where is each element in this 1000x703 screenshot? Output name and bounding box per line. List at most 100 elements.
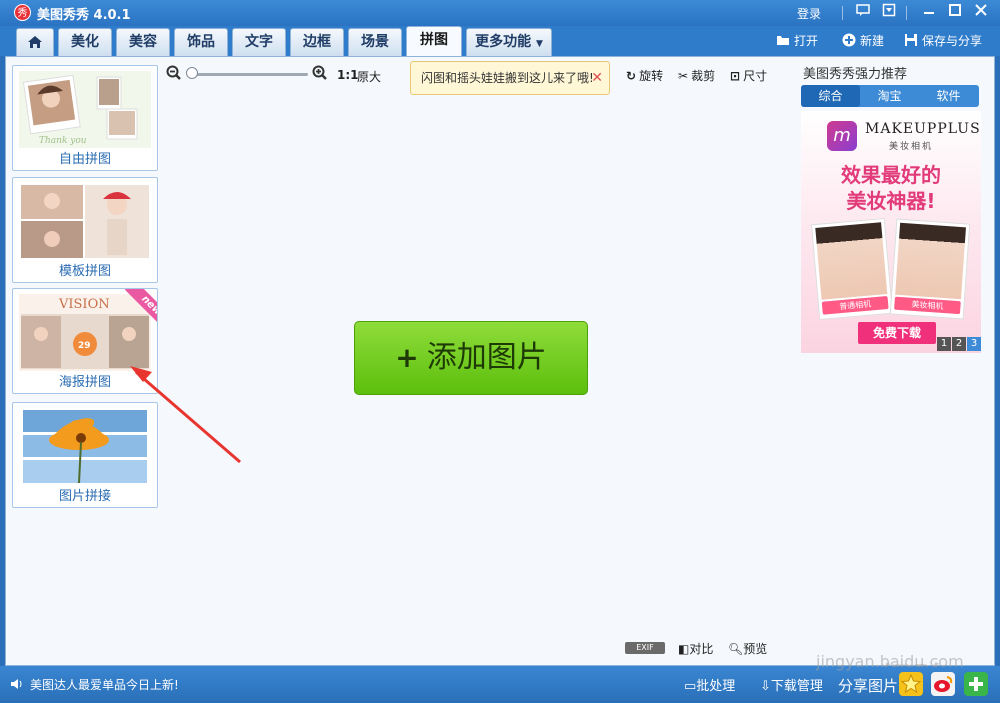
plus-icon: +: [395, 341, 419, 374]
tab-more-label: 更多功能: [475, 34, 532, 50]
new-label: 新建: [860, 34, 885, 48]
add-more-icon[interactable]: [964, 672, 988, 696]
open-button[interactable]: 打开: [776, 32, 818, 49]
new-badge: new: [117, 289, 157, 329]
resize-button[interactable]: ⊡ 尺寸: [730, 67, 767, 84]
login-link[interactable]: 登录: [797, 5, 821, 22]
crop-button[interactable]: ✂ 裁剪: [678, 67, 715, 84]
preview-button[interactable]: 🔍︎预览: [728, 640, 767, 657]
watermark-url: jingyan.baidu.com: [816, 652, 964, 671]
svg-text:29: 29: [78, 341, 91, 351]
svg-text:Thank you: Thank you: [39, 136, 87, 146]
speaker-icon: [11, 679, 22, 689]
sidebar-item-poster-collage[interactable]: VISION 29 new 海报拼图: [12, 288, 158, 394]
image-stitch-thumbnail: [19, 408, 151, 485]
zoom-in-icon[interactable]: [312, 65, 328, 81]
star-icon[interactable]: [899, 672, 923, 696]
menu-icon[interactable]: [880, 3, 898, 21]
tab-beautify[interactable]: 美化: [58, 28, 112, 56]
tab-accessories[interactable]: 饰品: [174, 28, 228, 56]
tab-text[interactable]: 文字: [232, 28, 286, 56]
compare-button[interactable]: ◧对比: [678, 640, 713, 657]
download-manager-button[interactable]: ⇩下载管理: [760, 675, 823, 694]
app-title: 美图秀秀 4.0.1: [37, 8, 131, 23]
original-size-button[interactable]: 原大: [357, 68, 381, 85]
minimize-icon[interactable]: [920, 3, 938, 21]
resize-label: 尺寸: [743, 69, 768, 83]
poster-collage-label: 海报拼图: [58, 375, 111, 390]
preview-label: 预览: [743, 642, 768, 656]
ad-banner[interactable]: m MAKEUPPLUS 美妆相机 效果最好的 美妆神器! 普通相机 美妆相机 …: [801, 111, 981, 353]
title-bar: 秀 美图秀秀 4.0.1 登录: [0, 0, 1000, 26]
recommend-tab-taobao[interactable]: 淘宝: [860, 85, 919, 107]
batch-icon: ▭: [684, 679, 697, 694]
recommend-tab-software[interactable]: 软件: [919, 85, 978, 107]
ad-brand: MAKEUPPLUS: [865, 121, 981, 137]
ad-headline-2: 美妆神器!: [846, 189, 936, 213]
compare-label: 对比: [689, 642, 714, 656]
makeupplus-logo-icon: m: [827, 121, 857, 151]
app-logo-icon: 秀: [14, 4, 31, 21]
tip-close-icon[interactable]: ✕: [591, 62, 603, 94]
zoom-out-icon[interactable]: [166, 65, 182, 81]
compare-icon: ◧: [678, 642, 690, 656]
batch-label: 批处理: [696, 679, 736, 694]
title-separator: [842, 6, 843, 20]
preview-icon: 🔍︎: [728, 642, 744, 656]
tab-bar: 美化 美容 饰品 文字 边框 场景 拼图 更多功能 ▼ 打开 新建 保存与分享: [0, 26, 1000, 56]
open-label: 打开: [794, 34, 819, 48]
save-share-button[interactable]: 保存与分享: [904, 32, 982, 49]
add-picture-label: 添加图片: [426, 340, 547, 375]
download-icon: ⇩: [760, 679, 771, 694]
plus-circle-icon: [842, 33, 856, 47]
close-icon[interactable]: [972, 3, 990, 21]
tab-home[interactable]: [16, 28, 54, 56]
ad-brand-cn: 美妆相机: [889, 142, 934, 152]
template-collage-label: 模板拼图: [58, 264, 111, 279]
image-stitch-label: 图片拼接: [58, 489, 111, 504]
save-icon: [905, 34, 917, 46]
tab-more-features[interactable]: 更多功能 ▼: [466, 28, 552, 56]
tab-collage[interactable]: 拼图: [406, 26, 462, 56]
maximize-icon[interactable]: [946, 3, 964, 21]
status-news[interactable]: 美图达人最爱单品今日上新!: [30, 676, 179, 693]
ad-download-button[interactable]: 免费下载: [858, 322, 936, 344]
download-manager-label: 下载管理: [770, 679, 823, 694]
status-bar: 美图达人最爱单品今日上新! ▭批处理 ⇩下载管理 分享图片 jingyan.ba…: [0, 652, 1000, 703]
ad-page-1[interactable]: 1: [937, 337, 951, 351]
weibo-icon[interactable]: [931, 672, 955, 696]
home-icon: [28, 36, 42, 48]
feature-tip: 闪图和摇头娃娃搬到这儿来了哦! ✕: [410, 61, 610, 95]
crop-label: 裁剪: [691, 69, 716, 83]
ad-caption-after: 美妆相机: [894, 296, 961, 315]
tab-beauty[interactable]: 美容: [116, 28, 170, 56]
ad-page-3[interactable]: 3: [967, 337, 981, 351]
chevron-down-icon: ▼: [535, 39, 543, 49]
rotate-button[interactable]: ↻ 旋转: [626, 67, 663, 84]
resize-icon: ⊡: [730, 69, 741, 83]
ad-headline-1: 效果最好的: [841, 163, 941, 187]
sidebar-item-free-collage[interactable]: Thank you 自由拼图: [12, 65, 158, 171]
recommend-tab-general[interactable]: 综合: [801, 85, 860, 107]
template-collage-thumbnail: [19, 183, 151, 260]
exif-button[interactable]: EXIF: [625, 642, 665, 654]
save-share-label: 保存与分享: [922, 34, 983, 48]
actual-size-ratio[interactable]: 1:1: [337, 68, 359, 82]
feature-tip-text: 闪图和摇头娃娃搬到这儿来了哦!: [421, 71, 594, 85]
svg-text:VISION: VISION: [58, 297, 110, 312]
tab-scene[interactable]: 场景: [348, 28, 402, 56]
recommend-tabs: 综合 淘宝 软件: [801, 85, 979, 107]
share-picture-label[interactable]: 分享图片: [838, 675, 898, 696]
sidebar-item-image-stitch[interactable]: 图片拼接: [12, 402, 158, 508]
ad-page-2[interactable]: 2: [952, 337, 966, 351]
tab-border[interactable]: 边框: [290, 28, 344, 56]
message-icon[interactable]: [854, 3, 872, 21]
ad-photo-after: 美妆相机: [889, 218, 971, 320]
new-button[interactable]: 新建: [842, 32, 884, 49]
title-separator: [906, 6, 907, 20]
batch-process-button[interactable]: ▭批处理: [684, 675, 735, 694]
add-picture-button[interactable]: + 添加图片: [354, 321, 588, 395]
zoom-slider[interactable]: [188, 73, 308, 76]
zoom-slider-handle[interactable]: [186, 67, 198, 79]
sidebar-item-template-collage[interactable]: 模板拼图: [12, 177, 158, 283]
